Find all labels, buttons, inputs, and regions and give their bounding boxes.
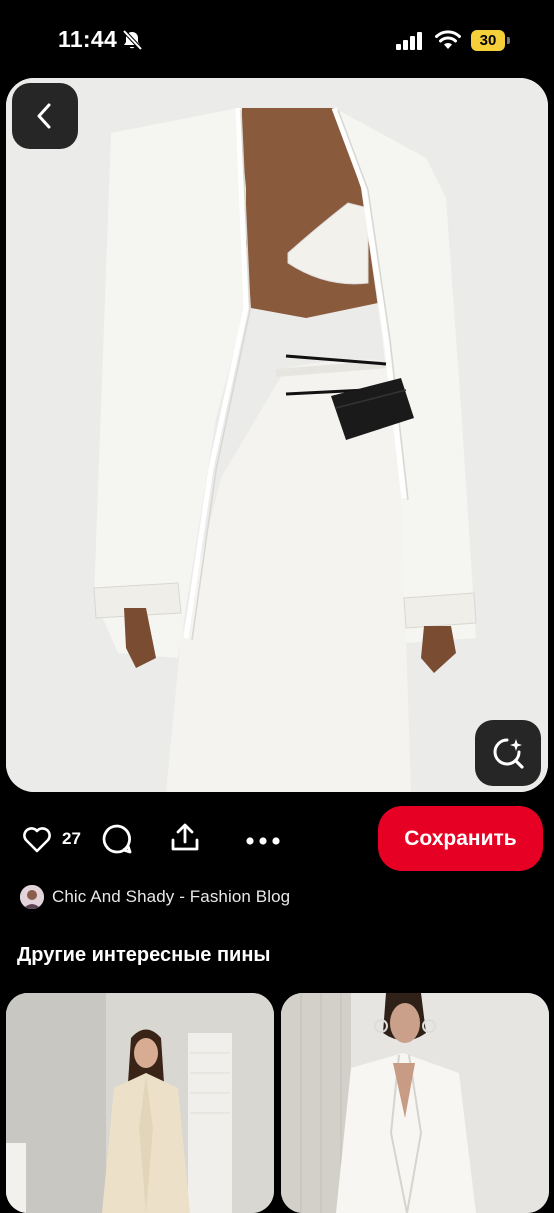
status-bar: 11:44 30 — [0, 0, 554, 78]
related-pin-image — [281, 993, 549, 1213]
signal-icon — [396, 32, 424, 55]
like-count: 27 — [62, 829, 81, 848]
heart-icon[interactable] — [22, 826, 52, 858]
battery-indicator: 30 — [471, 30, 505, 51]
related-pin-image — [6, 993, 274, 1213]
status-time: 11:44 — [58, 26, 118, 52]
battery-nub — [507, 37, 510, 44]
avatar[interactable] — [20, 885, 44, 909]
save-button[interactable]: Сохранить — [378, 806, 543, 871]
fashion-photo-illustration — [6, 78, 548, 792]
more-pins-heading: Другие интересные пины — [17, 944, 271, 966]
related-pin-card[interactable] — [281, 993, 549, 1213]
pin-image[interactable] — [6, 78, 548, 792]
visual-search-icon — [493, 738, 524, 769]
pin-action-row: 27 Сохранить — [0, 800, 554, 880]
share-icon[interactable] — [170, 822, 200, 857]
back-button[interactable] — [12, 83, 78, 149]
wifi-icon — [435, 30, 461, 55]
visual-search-button[interactable] — [475, 720, 541, 786]
related-pin-card[interactable] — [6, 993, 274, 1213]
more-options-icon[interactable] — [246, 833, 280, 851]
author-name[interactable]: Chic And Shady - Fashion Blog — [52, 887, 290, 907]
chevron-left-icon — [37, 103, 51, 129]
comment-icon[interactable] — [101, 823, 133, 860]
author-row[interactable]: Chic And Shady - Fashion Blog — [20, 884, 290, 910]
bell-slash-icon — [121, 29, 143, 56]
